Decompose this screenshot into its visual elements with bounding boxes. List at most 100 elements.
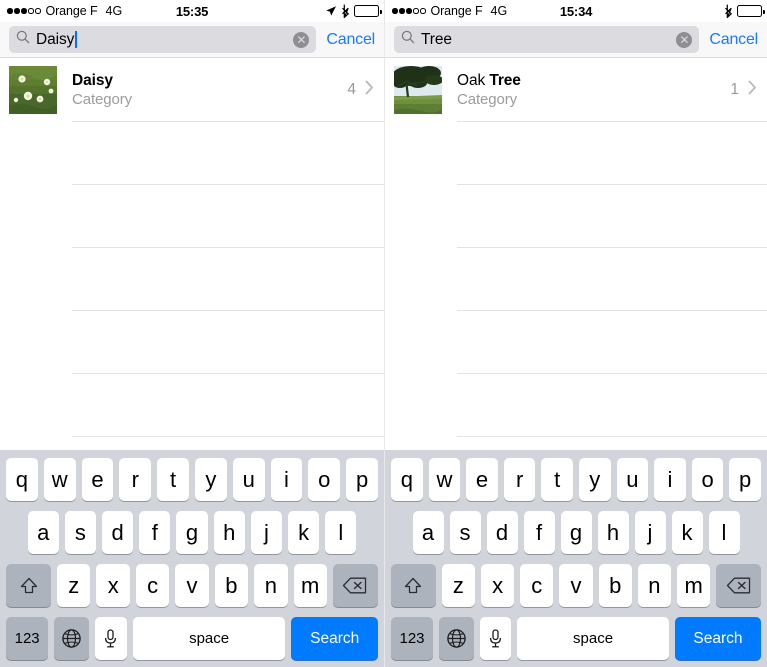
- globe-language-icon[interactable]: [439, 617, 474, 660]
- key-n[interactable]: n: [254, 564, 288, 607]
- key-s[interactable]: s: [449, 511, 481, 554]
- list-item-title: Oak Tree: [457, 71, 730, 90]
- key-l[interactable]: l: [325, 511, 357, 554]
- key-b[interactable]: b: [214, 564, 249, 607]
- key-u[interactable]: u: [232, 458, 265, 501]
- key-z[interactable]: z: [57, 564, 91, 607]
- key-i[interactable]: i: [270, 458, 303, 501]
- bluetooth-icon: [341, 4, 350, 18]
- key-k[interactable]: k: [671, 511, 703, 554]
- list-divider: [72, 436, 384, 437]
- key-g[interactable]: g: [176, 511, 208, 554]
- numbers-mode-key[interactable]: 123: [391, 617, 434, 660]
- key-t[interactable]: t: [541, 458, 573, 501]
- microphone-icon[interactable]: [94, 617, 127, 660]
- list-item-text: Daisy Category: [72, 71, 347, 109]
- key-w[interactable]: w: [428, 458, 461, 501]
- key-j[interactable]: j: [250, 511, 283, 554]
- key-l[interactable]: l: [708, 511, 740, 554]
- status-bar-right: [325, 4, 382, 18]
- search-icon: [401, 30, 415, 49]
- row-spacer: [362, 511, 378, 554]
- numbers-mode-key[interactable]: 123: [6, 617, 49, 660]
- key-f[interactable]: f: [139, 511, 171, 554]
- key-e[interactable]: e: [81, 458, 114, 501]
- item-count-badge: 1: [730, 80, 739, 98]
- list-item[interactable]: Daisy Category 4: [0, 58, 384, 121]
- shift-up-arrow-icon[interactable]: [390, 564, 436, 607]
- item-count-badge: 4: [347, 80, 356, 98]
- key-m[interactable]: m: [293, 564, 327, 607]
- key-m[interactable]: m: [677, 564, 711, 607]
- key-q[interactable]: q: [391, 458, 423, 501]
- row-spacer: [391, 511, 407, 554]
- key-o[interactable]: o: [691, 458, 724, 501]
- key-y[interactable]: y: [579, 458, 611, 501]
- key-x[interactable]: x: [481, 564, 515, 607]
- key-q[interactable]: q: [6, 458, 38, 501]
- key-r[interactable]: r: [503, 458, 536, 501]
- list-item[interactable]: Oak Tree Category 1: [385, 58, 767, 121]
- search-submit-key[interactable]: Search: [674, 617, 762, 660]
- key-e[interactable]: e: [466, 458, 498, 501]
- list-divider: [457, 121, 767, 122]
- search-submit-key[interactable]: Search: [291, 617, 378, 660]
- key-s[interactable]: s: [64, 511, 96, 554]
- list-divider: [72, 373, 384, 374]
- key-g[interactable]: g: [560, 511, 592, 554]
- search-input[interactable]: Tree ✕: [394, 26, 700, 53]
- search-results-list: Daisy Category 4: [0, 58, 384, 472]
- key-h[interactable]: h: [597, 511, 629, 554]
- cancel-button[interactable]: Cancel: [709, 31, 758, 49]
- clear-search-icon[interactable]: ✕: [293, 31, 310, 48]
- clear-search-icon[interactable]: ✕: [676, 31, 693, 48]
- key-v[interactable]: v: [559, 564, 593, 607]
- key-o[interactable]: o: [308, 458, 341, 501]
- space-key[interactable]: space: [517, 617, 669, 660]
- title-matched-term: Daisy: [72, 71, 113, 89]
- key-t[interactable]: t: [157, 458, 189, 501]
- battery-icon: [737, 5, 765, 17]
- list-divider: [457, 184, 767, 185]
- key-v[interactable]: v: [175, 564, 209, 607]
- key-z[interactable]: z: [441, 564, 475, 607]
- key-p[interactable]: p: [729, 458, 761, 501]
- key-a[interactable]: a: [412, 511, 444, 554]
- status-bar: Orange F 4G 15:34: [385, 0, 767, 22]
- key-b[interactable]: b: [598, 564, 632, 607]
- key-c[interactable]: c: [135, 564, 170, 607]
- key-u[interactable]: u: [616, 458, 649, 501]
- key-k[interactable]: k: [288, 511, 320, 554]
- key-d[interactable]: d: [486, 511, 518, 554]
- space-key[interactable]: space: [132, 617, 286, 660]
- microphone-icon[interactable]: [479, 617, 512, 660]
- key-r[interactable]: r: [119, 458, 152, 501]
- search-bar: Daisy ✕ Cancel: [0, 22, 384, 58]
- key-h[interactable]: h: [213, 511, 245, 554]
- key-i[interactable]: i: [654, 458, 686, 501]
- key-j[interactable]: j: [634, 511, 666, 554]
- key-a[interactable]: a: [27, 511, 59, 554]
- keyboard-row-3: z x c v b n m: [0, 564, 384, 607]
- key-n[interactable]: n: [637, 564, 672, 607]
- key-c[interactable]: c: [520, 564, 554, 607]
- cancel-button[interactable]: Cancel: [326, 31, 375, 49]
- keyboard-row-4: 123 space Search: [385, 617, 767, 660]
- on-screen-keyboard: q w e r t y u i o p a s d f g h j k l z …: [0, 450, 384, 667]
- key-y[interactable]: y: [195, 458, 227, 501]
- location-arrow-icon: [325, 5, 337, 17]
- key-p[interactable]: p: [346, 458, 378, 501]
- list-divider: [457, 436, 767, 437]
- status-bar-right: [724, 4, 765, 18]
- bluetooth-icon: [724, 4, 733, 18]
- key-w[interactable]: w: [43, 458, 76, 501]
- key-x[interactable]: x: [96, 564, 130, 607]
- globe-language-icon[interactable]: [54, 617, 89, 660]
- key-d[interactable]: d: [102, 511, 134, 554]
- key-f[interactable]: f: [523, 511, 555, 554]
- backspace-delete-icon[interactable]: [332, 564, 379, 607]
- backspace-delete-icon[interactable]: [716, 564, 762, 607]
- search-input[interactable]: Daisy ✕: [9, 26, 317, 53]
- list-item-text: Oak Tree Category: [457, 71, 730, 109]
- shift-up-arrow-icon[interactable]: [5, 564, 52, 607]
